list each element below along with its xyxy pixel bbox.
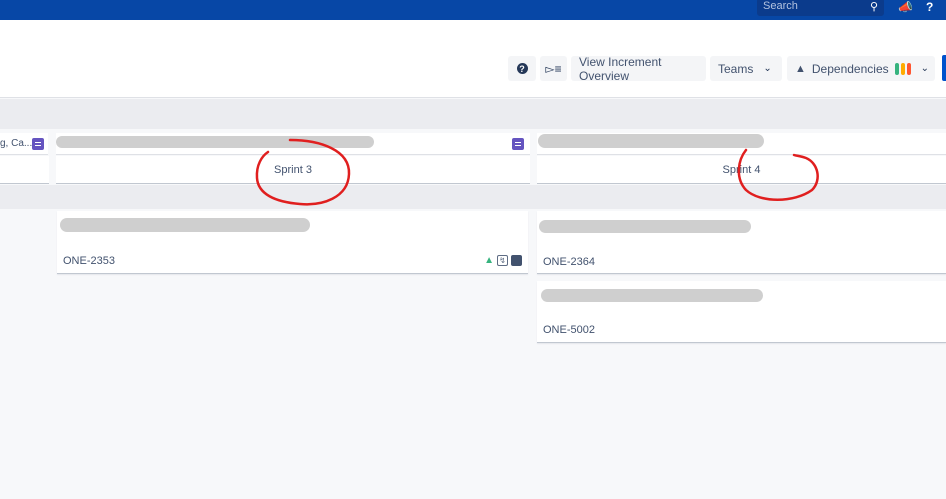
view-increment-overview-button[interactable]: View Increment Overview xyxy=(571,54,706,83)
teams-label: Teams xyxy=(718,61,754,76)
search-placeholder: Search xyxy=(763,0,798,12)
teams-dropdown[interactable]: Teams ⌄ xyxy=(710,56,782,81)
dependencies-dropdown[interactable]: ▲ Dependencies ⌄ xyxy=(787,56,935,81)
sprint-3-label: Sprint 3 xyxy=(274,163,312,176)
redacted-text xyxy=(538,134,764,148)
left-column-title-text: g, Ca... xyxy=(0,138,33,149)
help-button[interactable]: ? xyxy=(508,56,536,81)
redacted-summary xyxy=(60,218,310,232)
dependency-status-bars xyxy=(894,62,911,75)
chevron-down-icon: ⌄ xyxy=(763,63,772,74)
note-icon[interactable] xyxy=(512,138,524,150)
search-input[interactable]: Search ⚲ xyxy=(757,0,884,16)
redacted-summary xyxy=(541,289,763,302)
dependency-bar-red xyxy=(906,62,911,75)
redacted-text xyxy=(56,136,374,148)
search-icon[interactable]: ⚲ xyxy=(870,0,878,13)
announcements-button[interactable]: ▻≡ xyxy=(540,56,567,81)
sprint-header-4[interactable]: Sprint 4 xyxy=(537,156,946,184)
megaphone-icon[interactable]: 📣 xyxy=(898,0,913,14)
top-nav-bar: Search ⚲ 📣 ? xyxy=(0,0,946,20)
board-band xyxy=(0,99,946,129)
issue-key: ONE-2364 xyxy=(543,256,595,268)
swimlane-band xyxy=(0,185,946,209)
flag-icon: ↯ xyxy=(497,255,508,266)
dependency-icon: ▲ xyxy=(484,255,494,266)
sprint-header-left xyxy=(0,156,49,184)
megaphone-icon: ▻≡ xyxy=(545,61,562,76)
redacted-summary xyxy=(539,220,751,233)
dependency-bar-yellow xyxy=(900,62,905,75)
question-icon: ? xyxy=(516,63,528,74)
dependencies-icon: ▲ xyxy=(795,62,806,75)
left-column-cell xyxy=(0,209,49,499)
dependency-bar-green xyxy=(894,62,899,75)
column-title-sprint4[interactable] xyxy=(537,133,946,155)
issue-key: ONE-2353 xyxy=(63,255,115,267)
primary-button-edge[interactable] xyxy=(942,55,946,81)
chevron-down-icon: ⌄ xyxy=(920,63,930,74)
dependencies-label: Dependencies xyxy=(811,61,889,76)
help-icon[interactable]: ? xyxy=(926,0,933,14)
view-increment-label: View Increment Overview xyxy=(579,54,662,83)
team-avatar-icon xyxy=(511,255,522,266)
column-title-sprint3[interactable] xyxy=(56,133,530,155)
issue-card[interactable]: ONE-2364 xyxy=(537,211,946,274)
card-icons: ▲ ↯ xyxy=(484,255,522,266)
issue-key: ONE-5002 xyxy=(543,324,595,336)
sprint-4-label: Sprint 4 xyxy=(722,163,761,176)
note-icon[interactable] xyxy=(32,138,44,150)
column-title-left[interactable]: g, Ca... xyxy=(0,133,48,155)
issue-card[interactable]: ONE-5002 xyxy=(537,281,946,343)
sprint-header-3[interactable]: Sprint 3 xyxy=(56,156,530,184)
issue-card[interactable]: ONE-2353 ▲ ↯ xyxy=(57,211,528,274)
